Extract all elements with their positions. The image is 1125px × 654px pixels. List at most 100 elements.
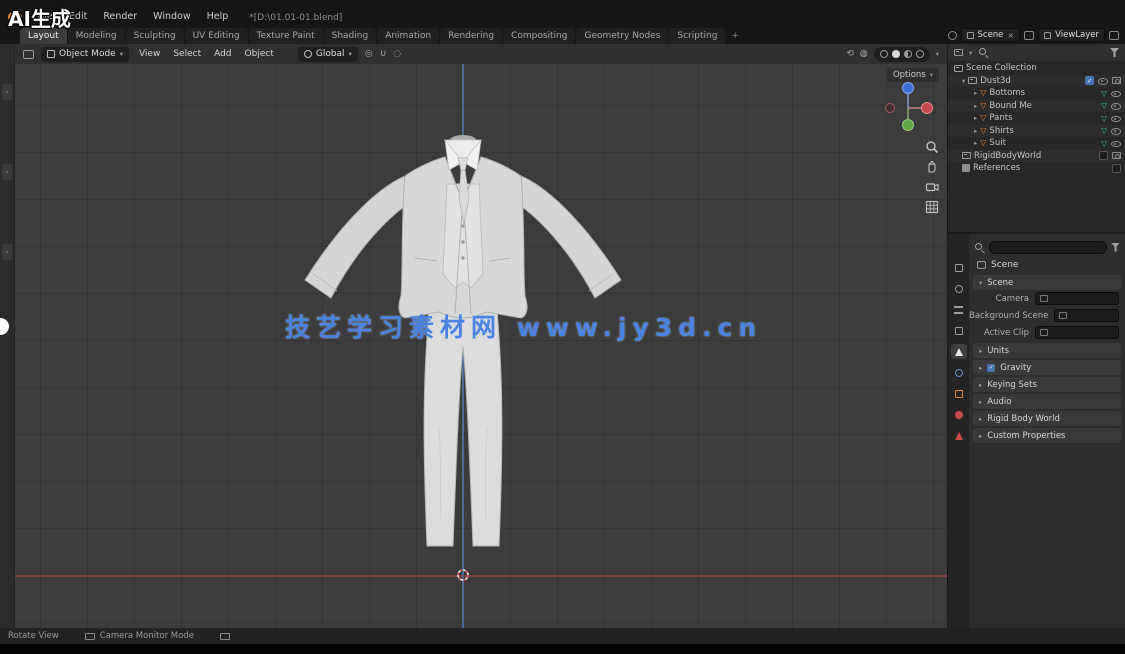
ai-watermark: AI生成	[8, 3, 71, 32]
camera-view-icon[interactable]	[925, 180, 939, 194]
disclosure-icon[interactable]: ▸	[974, 89, 977, 97]
pivot-point-icon[interactable]: ◎	[365, 49, 373, 59]
add-workspace-button[interactable]: +	[726, 28, 744, 44]
panel-toggle-tab[interactable]: ›	[2, 84, 12, 100]
view-layer-tab-icon[interactable]	[951, 323, 967, 338]
filter-icon[interactable]	[1110, 48, 1119, 57]
view-layer-selector[interactable]: ViewLayer	[1038, 28, 1105, 42]
section-gravity[interactable]: ▸ ✓ Gravity	[973, 360, 1121, 375]
background-scene-field[interactable]	[1054, 309, 1119, 322]
collection-checkbox[interactable]: ✓	[1099, 151, 1108, 160]
outliner-row-rigidbody[interactable]: RigidBodyWorld ✓	[948, 150, 1125, 163]
section-units[interactable]: ▸ Units	[973, 343, 1121, 358]
tab-sculpting[interactable]: Sculpting	[126, 28, 184, 44]
tab-modeling[interactable]: Modeling	[68, 28, 125, 44]
hide-eye-icon[interactable]	[1111, 102, 1121, 110]
hide-eye-icon[interactable]	[1111, 114, 1121, 122]
tab-geometry-nodes[interactable]: Geometry Nodes	[576, 28, 668, 44]
render-visibility-icon[interactable]	[1112, 77, 1121, 84]
new-view-layer-icon[interactable]	[1109, 31, 1119, 40]
outliner-row-collection[interactable]: ▾ Dust3d ✓	[948, 75, 1125, 88]
section-rigid-body-world[interactable]: ▸ Rigid Body World	[973, 411, 1121, 426]
section-scene[interactable]: ▾ Scene	[973, 275, 1121, 290]
disclosure-icon[interactable]: ▸	[974, 127, 977, 135]
snap-magnet-icon[interactable]: ∪	[380, 49, 387, 59]
outliner-row-mesh[interactable]: ▸ ▽ Bottoms ▽	[948, 87, 1125, 100]
outliner-row-mesh[interactable]: ▸ ▽ Shirts ▽	[948, 125, 1125, 138]
search-icon[interactable]	[978, 47, 989, 58]
menu-help[interactable]: Help	[200, 10, 236, 23]
tab-animation[interactable]: Animation	[377, 28, 439, 44]
object-menu[interactable]: Object	[242, 48, 277, 60]
physics-tab-icon[interactable]	[951, 407, 967, 422]
panel-toggle-tab[interactable]: ›	[2, 244, 12, 260]
zoom-icon[interactable]	[925, 140, 939, 154]
add-menu[interactable]: Add	[211, 48, 234, 60]
new-scene-icon[interactable]	[1024, 31, 1034, 40]
disclosure-icon[interactable]: ▸	[974, 114, 977, 122]
tab-rendering[interactable]: Rendering	[440, 28, 502, 44]
scene-tab-icon[interactable]	[951, 344, 967, 359]
output-tab-icon[interactable]	[951, 302, 967, 317]
object-tab-icon[interactable]	[951, 386, 967, 401]
tab-compositing[interactable]: Compositing	[503, 28, 575, 44]
scene-selector[interactable]: Scene ×	[961, 28, 1021, 42]
unlink-scene-icon[interactable]: ×	[1007, 31, 1014, 40]
scene-icon	[1059, 312, 1067, 319]
outliner-row-references[interactable]: References ✓	[948, 162, 1125, 175]
world-tab-icon[interactable]	[951, 365, 967, 380]
select-menu[interactable]: Select	[170, 48, 204, 60]
navigation-gizmo[interactable]	[879, 78, 937, 139]
section-custom-properties[interactable]: ▸ Custom Properties	[973, 428, 1121, 443]
camera-field[interactable]	[1035, 292, 1119, 305]
hide-eye-icon[interactable]	[1098, 77, 1108, 85]
disclosure-icon[interactable]: ▸	[974, 139, 977, 147]
gravity-checkbox[interactable]: ✓	[987, 364, 995, 372]
solid-shading-icon[interactable]	[892, 50, 900, 58]
outliner-row-mesh[interactable]: ▸ ▽ Pants ▽	[948, 112, 1125, 125]
tool-tab-icon[interactable]	[951, 260, 967, 275]
filter-icon[interactable]	[1111, 243, 1120, 252]
search-input[interactable]	[989, 241, 1107, 254]
view-menu[interactable]: View	[136, 48, 163, 60]
panel-toggle-tab[interactable]: ›	[2, 164, 12, 180]
hide-eye-icon[interactable]	[1111, 89, 1121, 97]
hide-eye-icon[interactable]	[1111, 127, 1121, 135]
outliner-row-scene-collection[interactable]: Scene Collection	[948, 62, 1125, 75]
mode-selector[interactable]: Object Mode ▾	[41, 47, 129, 62]
rendered-shading-icon[interactable]	[916, 50, 924, 58]
tab-uv-editing[interactable]: UV Editing	[185, 28, 248, 44]
outliner-row-mesh[interactable]: ▸ ▽ Bound Me ▽	[948, 100, 1125, 113]
material-preview-icon[interactable]	[904, 50, 912, 58]
toggle-grid-icon[interactable]	[925, 200, 939, 214]
collection-checkbox[interactable]: ✓	[1112, 164, 1121, 173]
overlays-icon[interactable]: ◍	[860, 49, 868, 59]
section-keying-sets[interactable]: ▸ Keying Sets	[973, 377, 1121, 392]
menu-window[interactable]: Window	[146, 10, 197, 23]
tab-shading[interactable]: Shading	[324, 28, 377, 44]
menu-render[interactable]: Render	[96, 10, 144, 23]
proportional-edit-icon[interactable]: ◌	[393, 49, 401, 59]
disclosure-icon[interactable]: ▸	[974, 102, 977, 110]
show-gizmo-icon[interactable]: ⟲	[846, 49, 854, 59]
viewport-3d[interactable]: Object Mode ▾ View Select Add Object Glo…	[15, 44, 947, 628]
move-hand-icon[interactable]	[925, 160, 939, 174]
status-mode-label: Camera Monitor Mode	[100, 631, 194, 641]
disclosure-icon[interactable]: ▾	[962, 77, 965, 85]
outliner-display-mode-icon[interactable]	[954, 49, 963, 56]
render-tab-icon[interactable]	[951, 281, 967, 296]
outliner-row-mesh[interactable]: ▸ ▽ Suit ▽	[948, 137, 1125, 150]
collection-checkbox[interactable]: ✓	[1085, 76, 1094, 85]
editor-type-icon[interactable]	[23, 50, 34, 59]
data-tab-icon[interactable]	[951, 428, 967, 443]
wireframe-shading-icon[interactable]	[880, 50, 888, 58]
tab-texture-paint[interactable]: Texture Paint	[249, 28, 323, 44]
section-audio[interactable]: ▸ Audio	[973, 394, 1121, 409]
render-visibility-icon[interactable]	[1112, 152, 1121, 159]
active-clip-field[interactable]	[1035, 326, 1119, 339]
hide-eye-icon[interactable]	[1111, 139, 1121, 147]
tab-scripting[interactable]: Scripting	[669, 28, 725, 44]
search-icon[interactable]	[974, 242, 985, 253]
transform-orientation-selector[interactable]: Global ▾	[298, 47, 358, 62]
shading-dropdown-icon[interactable]: ▾	[936, 50, 939, 58]
